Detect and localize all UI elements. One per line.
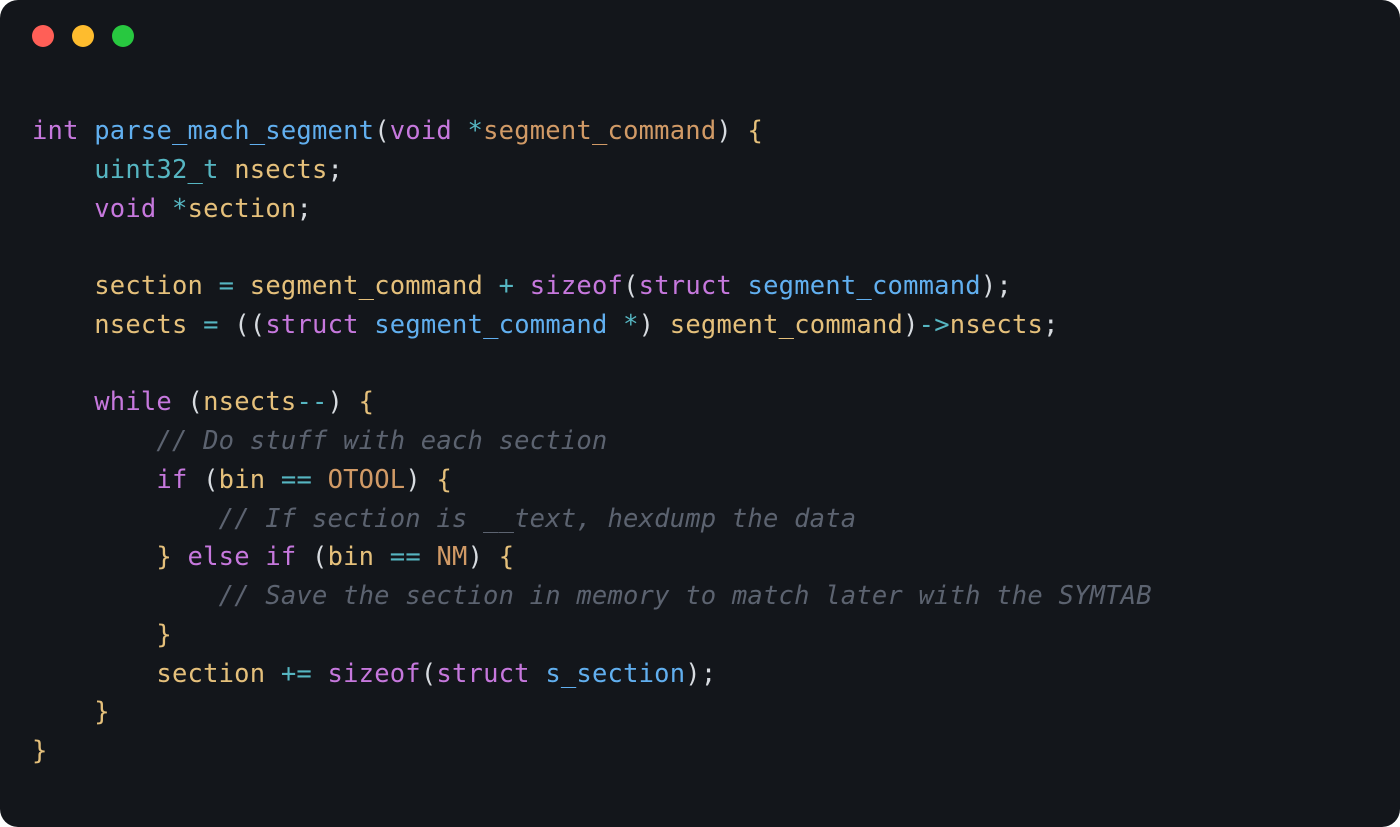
keyword-else: else bbox=[188, 542, 250, 572]
star: * bbox=[468, 116, 484, 146]
var-nsects: nsects bbox=[94, 310, 187, 340]
op-eq: = bbox=[219, 271, 235, 301]
const-otool: OTOOL bbox=[328, 465, 406, 495]
lparen: ( bbox=[312, 542, 328, 572]
code-window: int parse_mach_segment(void *segment_com… bbox=[0, 0, 1400, 827]
op-pluseq: += bbox=[281, 659, 312, 689]
semi: ; bbox=[328, 155, 344, 185]
keyword-struct: struct bbox=[265, 310, 358, 340]
rparen: ) bbox=[639, 310, 655, 340]
lparen: ( bbox=[421, 659, 437, 689]
var-nsects: nsects bbox=[203, 387, 296, 417]
star: * bbox=[172, 194, 188, 224]
const-nm: NM bbox=[436, 542, 467, 572]
var-section: section bbox=[188, 194, 297, 224]
var-section: section bbox=[156, 659, 265, 689]
semi: ; bbox=[996, 271, 1012, 301]
minimize-icon[interactable] bbox=[72, 25, 94, 47]
op-eq: = bbox=[203, 310, 219, 340]
close-icon[interactable] bbox=[32, 25, 54, 47]
keyword-sizeof: sizeof bbox=[530, 271, 623, 301]
function-name: parse_mach_segment bbox=[94, 116, 374, 146]
semi: ; bbox=[701, 659, 717, 689]
keyword-if: if bbox=[265, 542, 296, 572]
op-arrow: -> bbox=[919, 310, 950, 340]
lparen: ( bbox=[374, 116, 390, 146]
op-eqeq: == bbox=[281, 465, 312, 495]
op-decrement: -- bbox=[296, 387, 327, 417]
lparen: ( bbox=[623, 271, 639, 301]
rbrace: } bbox=[156, 620, 172, 650]
rparen: ) bbox=[981, 271, 997, 301]
keyword-while: while bbox=[94, 387, 172, 417]
keyword-void: void bbox=[390, 116, 452, 146]
var-nsects: nsects bbox=[234, 155, 327, 185]
lparen: ( bbox=[188, 387, 204, 417]
rbrace: } bbox=[32, 736, 48, 766]
param-segment_command: segment_command bbox=[483, 116, 716, 146]
lbrace: { bbox=[359, 387, 375, 417]
rparen: ) bbox=[685, 659, 701, 689]
type-segment_command: segment_command bbox=[748, 271, 981, 301]
semi: ; bbox=[1043, 310, 1059, 340]
op-eqeq: == bbox=[390, 542, 421, 572]
rbrace: } bbox=[156, 542, 172, 572]
semi: ; bbox=[296, 194, 312, 224]
var-section: section bbox=[94, 271, 203, 301]
lparen: ( bbox=[203, 465, 219, 495]
var-segment_command: segment_command bbox=[250, 271, 483, 301]
type-uint32_t: uint32_t bbox=[94, 155, 218, 185]
var-bin: bin bbox=[328, 542, 375, 572]
lparen: ( bbox=[250, 310, 266, 340]
lparen: ( bbox=[234, 310, 250, 340]
code-block: int parse_mach_segment(void *segment_com… bbox=[0, 72, 1400, 803]
rparen: ) bbox=[716, 116, 732, 146]
lbrace: { bbox=[748, 116, 764, 146]
keyword-void: void bbox=[94, 194, 156, 224]
var-bin: bin bbox=[219, 465, 266, 495]
keyword-struct: struct bbox=[436, 659, 529, 689]
lbrace: { bbox=[499, 542, 515, 572]
comment: // Do stuff with each section bbox=[156, 426, 607, 456]
comment: // Save the section in memory to match l… bbox=[219, 581, 1152, 611]
titlebar bbox=[0, 0, 1400, 72]
type-s_section: s_section bbox=[545, 659, 685, 689]
member-nsects: nsects bbox=[950, 310, 1043, 340]
var-segment_command: segment_command bbox=[670, 310, 903, 340]
op-plus: + bbox=[499, 271, 515, 301]
zoom-icon[interactable] bbox=[112, 25, 134, 47]
rparen: ) bbox=[328, 387, 344, 417]
comment: // If section is __text, hexdump the dat… bbox=[219, 504, 857, 534]
type-segment_command: segment_command bbox=[374, 310, 607, 340]
lbrace: { bbox=[436, 465, 452, 495]
keyword-if: if bbox=[156, 465, 187, 495]
rbrace: } bbox=[94, 697, 110, 727]
rparen: ) bbox=[903, 310, 919, 340]
keyword-sizeof: sizeof bbox=[328, 659, 421, 689]
keyword-struct: struct bbox=[639, 271, 732, 301]
rparen: ) bbox=[468, 542, 484, 572]
keyword-int: int bbox=[32, 116, 79, 146]
rparen: ) bbox=[405, 465, 421, 495]
star: * bbox=[623, 310, 639, 340]
